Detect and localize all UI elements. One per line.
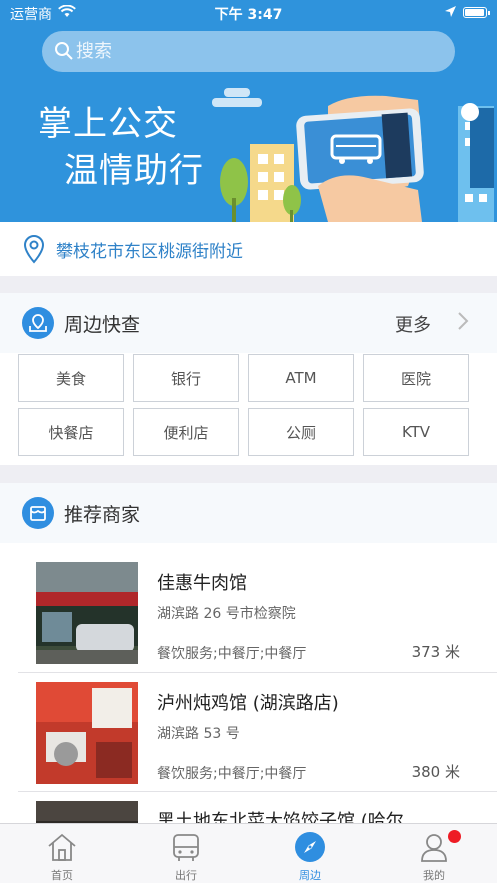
home-icon — [46, 831, 78, 867]
category-button-bank[interactable]: 银行 — [133, 354, 239, 402]
merchant-item[interactable]: 佳惠牛肉馆 湖滨路 26 号市检察院 餐饮服务;中餐厅;中餐厅 373 米 — [0, 543, 497, 664]
tab-nearby-label: 周边 — [299, 869, 321, 882]
nearby-map-icon — [22, 307, 54, 339]
search-bar[interactable] — [42, 31, 455, 72]
tab-home[interactable]: 首页 — [0, 824, 124, 883]
merchant-photo — [36, 682, 138, 784]
category-button-toilet[interactable]: 公厕 — [248, 408, 354, 456]
user-icon — [418, 831, 450, 867]
status-bar: 运营商 下午 3:47 — [0, 0, 497, 26]
merchant-category: 餐饮服务;中餐厅;中餐厅 — [157, 646, 307, 662]
chevron-right-icon[interactable] — [457, 311, 469, 335]
notification-badge — [448, 830, 461, 843]
tab-home-label: 首页 — [51, 869, 73, 882]
merchant-photo — [36, 801, 138, 823]
tab-mine[interactable]: 我的 — [372, 824, 496, 883]
battery-icon — [463, 7, 490, 18]
location-arrow-icon — [444, 5, 457, 22]
merchant-name: 泸州炖鸡馆 (湖滨路店) — [157, 693, 339, 714]
store-icon — [22, 497, 54, 529]
merchant-distance: 380 米 — [411, 763, 460, 781]
merchant-list: 佳惠牛肉馆 湖滨路 26 号市检察院 餐饮服务;中餐厅;中餐厅 373 米 泸州… — [0, 543, 497, 823]
bus-icon — [170, 831, 202, 867]
category-button-atm[interactable]: ATM — [248, 354, 354, 402]
bottom-tab-bar: 首页 出行 周边 我的 — [0, 823, 497, 883]
merchant-name: 佳惠牛肉馆 — [157, 573, 247, 594]
category-button-hospital[interactable]: 医院 — [363, 354, 469, 402]
merchant-name: 黑土地东北菜大馅饺子馆 (哈尔 — [157, 811, 404, 823]
nearby-category-grid: 美食 银行 ATM 医院 快餐店 便利店 公厕 KTV — [0, 353, 497, 465]
nearby-more-link[interactable]: 更多 — [395, 311, 431, 337]
category-button-convenience[interactable]: 便利店 — [133, 408, 239, 456]
tab-travel-label: 出行 — [175, 869, 197, 882]
merchant-item[interactable]: 黑土地东北菜大馅饺子馆 (哈尔 — [0, 783, 497, 823]
category-button-food[interactable]: 美食 — [18, 354, 124, 402]
merchant-item[interactable]: 泸州炖鸡馆 (湖滨路店) 湖滨路 53 号 餐饮服务;中餐厅;中餐厅 380 米 — [0, 663, 497, 784]
banner-illustration — [212, 88, 494, 222]
category-button-fastfood[interactable]: 快餐店 — [18, 408, 124, 456]
category-button-ktv[interactable]: KTV — [363, 408, 469, 456]
tab-nearby[interactable]: 周边 — [248, 824, 372, 883]
merchant-category: 餐饮服务;中餐厅;中餐厅 — [157, 766, 307, 782]
status-time: 下午 3:47 — [214, 7, 283, 23]
tab-mine-label: 我的 — [423, 869, 445, 882]
banner-slogan-line2: 温情助行 — [64, 151, 204, 191]
top-banner: 运营商 下午 3:47 掌上公交 温情助行 — [0, 0, 497, 222]
tab-travel[interactable]: 出行 — [124, 824, 248, 883]
current-location-bar[interactable]: 攀枝花市东区桃源街附近 — [0, 222, 497, 276]
recommend-title: 推荐商家 — [64, 504, 141, 526]
search-icon — [54, 41, 74, 65]
compass-icon — [294, 831, 326, 867]
merchant-distance: 373 米 — [411, 643, 460, 661]
nearby-title: 周边快查 — [64, 314, 141, 336]
merchant-photo — [36, 562, 138, 664]
merchant-address: 湖滨路 26 号市检察院 — [157, 606, 296, 622]
location-pin-icon — [22, 234, 46, 268]
search-input[interactable] — [76, 31, 436, 72]
merchant-address: 湖滨路 53 号 — [157, 726, 240, 742]
location-text: 攀枝花市东区桃源街附近 — [56, 242, 243, 262]
banner-slogan-line1: 掌上公交 — [38, 104, 178, 144]
nearby-section-header: 周边快查 更多 — [0, 293, 497, 353]
recommend-section-header: 推荐商家 — [0, 483, 497, 543]
